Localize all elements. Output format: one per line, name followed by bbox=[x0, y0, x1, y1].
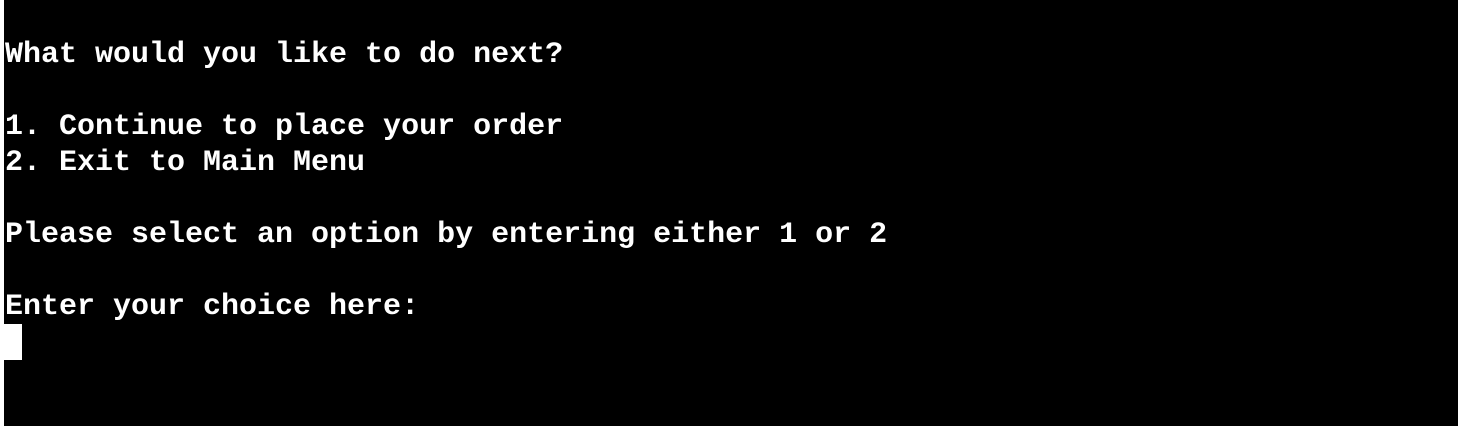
input-prompt: Enter your choice here: bbox=[5, 290, 420, 324]
prompt-question: What would you like to do next? bbox=[5, 38, 564, 72]
menu-option-continue-order: 1. Continue to place your order bbox=[5, 110, 564, 144]
instruction-text: Please select an option by entering eith… bbox=[5, 218, 888, 252]
terminal-window[interactable]: What would you like to do next? 1. Conti… bbox=[4, 0, 1458, 426]
menu-option-exit-main-menu: 2. Exit to Main Menu bbox=[5, 146, 366, 180]
text-cursor bbox=[4, 324, 22, 360]
